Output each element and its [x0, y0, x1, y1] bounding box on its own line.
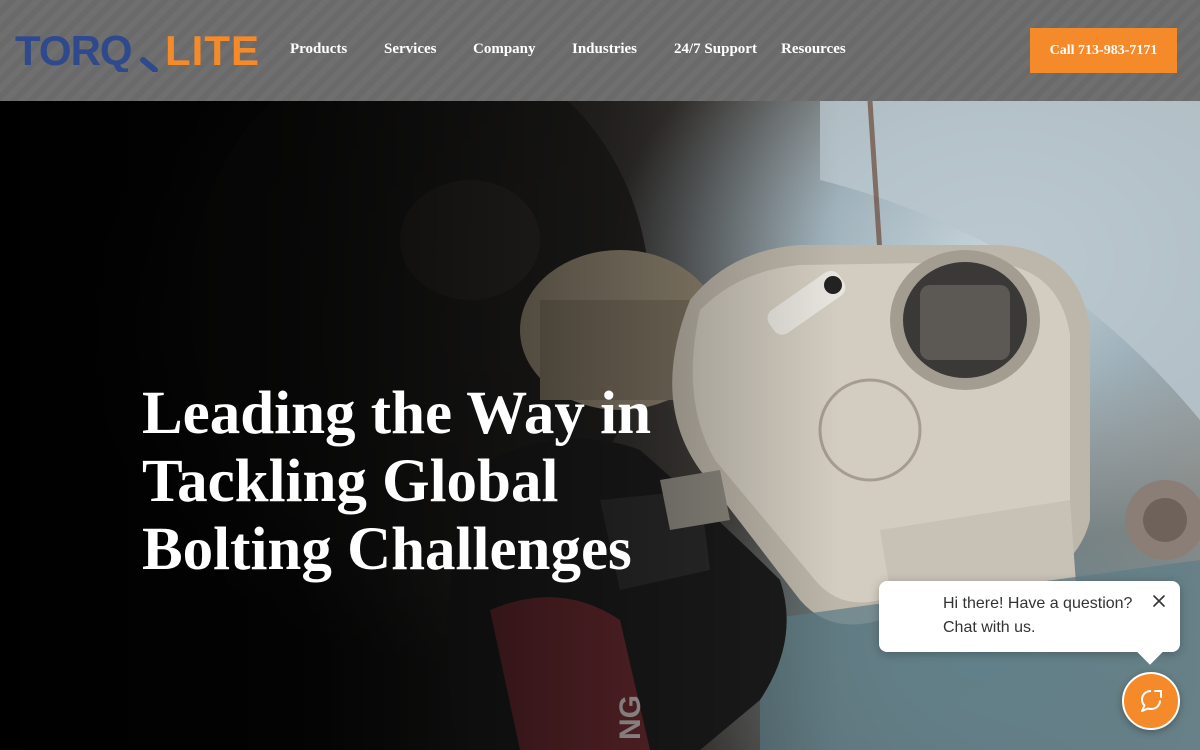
nav-item-support[interactable]: 24/7 Support	[674, 41, 757, 58]
svg-text:LITE: LITE	[165, 30, 260, 72]
nav-item-products[interactable]: Products	[290, 41, 347, 58]
nav-item-resources[interactable]: Resources	[781, 41, 846, 58]
chat-message: Hi there! Have a question? Chat with us.	[943, 592, 1143, 640]
svg-text:TORQ: TORQ	[15, 30, 132, 72]
nav-item-industries[interactable]: Industries	[572, 41, 637, 58]
chat-icon	[1141, 690, 1162, 712]
site-header: TORQ LITE Products Services Company Indu…	[0, 0, 1200, 101]
hero-headline: Leading the Way in Tackling Global Bolti…	[142, 380, 702, 584]
call-button[interactable]: Call 713-983-7171	[1030, 28, 1177, 73]
headline-line-2: Tackling Global	[142, 448, 559, 515]
chat-prompt-bubble[interactable]: Hi there! Have a question? Chat with us.	[879, 581, 1180, 652]
brand-logo[interactable]: TORQ LITE	[15, 30, 270, 72]
nav-item-company[interactable]: Company	[473, 41, 536, 58]
chat-message-line-1: Hi there! Have a question?	[943, 595, 1133, 612]
chat-message-line-2: Chat with us.	[943, 619, 1036, 636]
nav-item-services[interactable]: Services	[384, 41, 436, 58]
close-icon[interactable]	[1151, 593, 1167, 609]
chat-launcher-button[interactable]	[1122, 672, 1180, 730]
headline-line-3: Bolting Challenges	[142, 516, 632, 583]
headline-line-1: Leading the Way in	[142, 380, 652, 447]
